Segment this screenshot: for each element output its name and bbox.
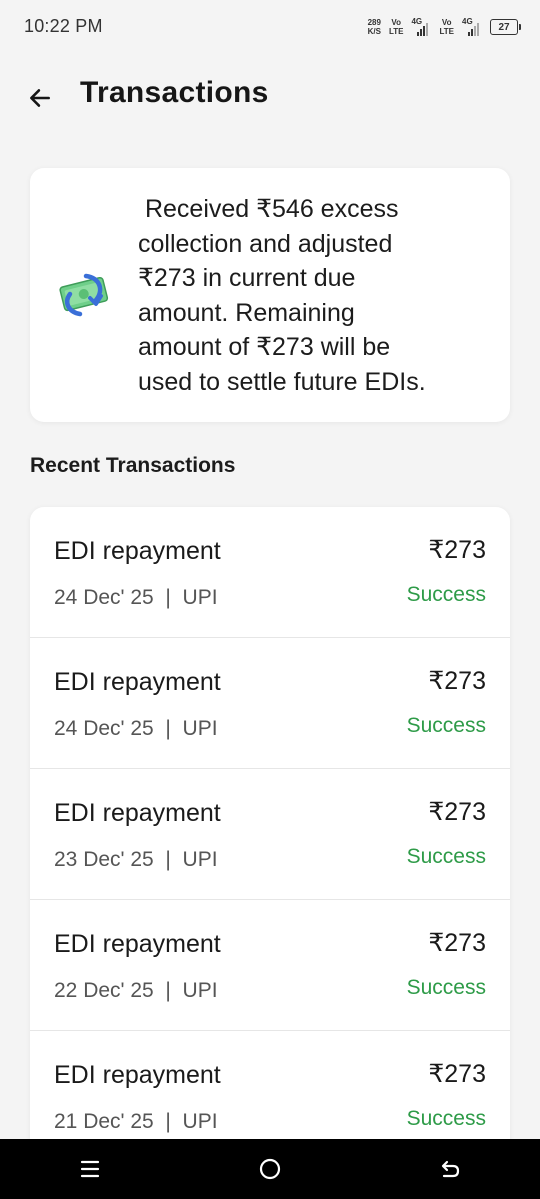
transaction-meta: 21 Dec' 25 | UPI [54,1110,218,1133]
transaction-amount: ₹273 [428,929,486,957]
recents-button[interactable] [60,1139,120,1199]
signal-sim1-icon: 4G [411,17,431,36]
status-time: 10:22 PM [24,16,103,36]
network-speed-unit: K/S [367,27,381,36]
excess-collection-card: Received ₹546 excess collection and adju… [30,168,510,422]
arrow-left-icon [30,89,50,107]
volte-sim1-icon: Vo LTE [389,18,404,36]
transaction-meta: 23 Dec' 25 | UPI [54,848,218,871]
volte-sim1-vo: Vo [391,18,402,27]
transaction-title: EDI repayment [54,1061,221,1089]
transaction-meta: 22 Dec' 25 | UPI [54,979,218,1002]
transaction-meta: 24 Dec' 25 | UPI [54,586,218,609]
battery-level: 27 [498,21,510,33]
transaction-amount: ₹273 [428,536,486,564]
transaction-amount: ₹273 [428,667,486,695]
transaction-title: EDI repayment [54,668,221,696]
signal-sim1-type: 4G [411,17,423,26]
transactions-list: EDI repayment 24 Dec' 25 | UPI ₹273 Succ… [30,507,510,1161]
transaction-status: Success [406,976,486,999]
network-speed-value: 289 [367,18,381,27]
system-back-button[interactable] [420,1139,480,1199]
recent-transactions-title: Recent Transactions [30,454,236,477]
transaction-status: Success [406,1107,486,1130]
signal-sim2-type: 4G [462,17,473,26]
transaction-amount: ₹273 [428,1060,486,1088]
status-bar: 10:22 PM 289 K/S Vo LTE 4G Vo LTE 4G 27 [0,0,540,56]
recents-icon [80,1160,100,1178]
volte-sim2-icon: Vo LTE [439,18,454,36]
back-return-icon [441,1160,460,1178]
app-header: Transactions [0,72,540,122]
transaction-title: EDI repayment [54,799,221,827]
home-button[interactable] [240,1139,300,1199]
transaction-row[interactable]: EDI repayment 22 Dec' 25 | UPI ₹273 Succ… [30,900,510,1031]
transaction-meta: 24 Dec' 25 | UPI [54,717,218,740]
money-refund-icon [59,273,109,317]
home-circle-icon [259,1158,281,1180]
transaction-title: EDI repayment [54,537,221,565]
transaction-title: EDI repayment [54,930,221,958]
transaction-status: Success [406,714,486,737]
page-title: Transactions [80,76,269,109]
battery-icon: 27 [490,19,521,35]
transaction-row[interactable]: EDI repayment 24 Dec' 25 | UPI ₹273 Succ… [30,638,510,769]
volte-sim2-vo: Vo [441,18,452,27]
excess-collection-message: Received ₹546 excess collection and adju… [138,195,426,396]
transaction-row[interactable]: EDI repayment 24 Dec' 25 | UPI ₹273 Succ… [30,507,510,638]
transaction-status: Success [406,583,486,606]
system-nav-bar [0,1139,540,1199]
transaction-amount: ₹273 [428,798,486,826]
back-button[interactable] [22,80,58,116]
volte-sim2-lte: LTE [439,27,454,36]
signal-sim2-icon: 4G [462,17,482,36]
status-icons: 289 K/S Vo LTE 4G Vo LTE 4G 27 [368,15,521,39]
network-speed: 289 K/S [368,18,381,36]
transaction-status: Success [406,845,486,868]
transaction-row[interactable]: EDI repayment 23 Dec' 25 | UPI ₹273 Succ… [30,769,510,900]
volte-sim1-lte: LTE [388,27,404,36]
